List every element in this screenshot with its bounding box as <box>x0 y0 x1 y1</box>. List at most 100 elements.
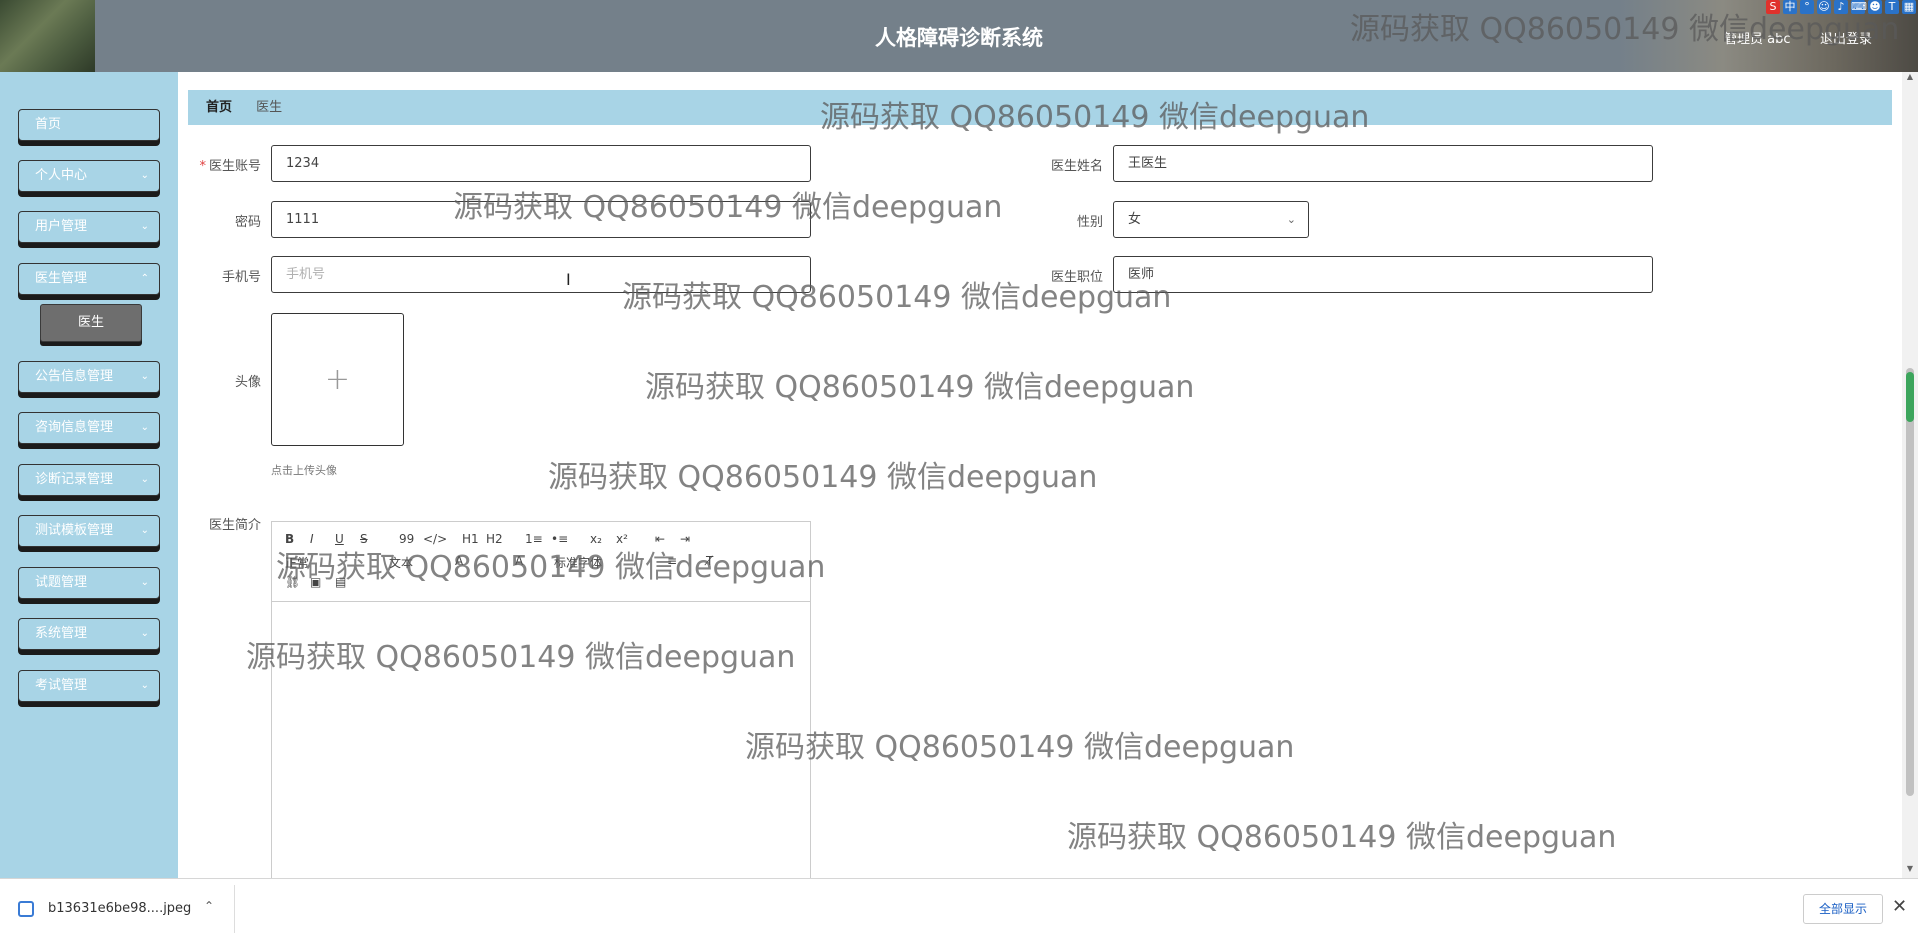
italic-icon[interactable]: I <box>310 532 314 546</box>
avatar-upload-hint: 点击上传头像 <box>271 464 337 477</box>
logout-button[interactable]: 退出登录 <box>1820 28 1872 47</box>
ime-grid-icon[interactable]: ▦ <box>1902 0 1916 14</box>
sidebar-item-label: 系统管理 <box>35 626 88 641</box>
account-label: * 医生账号 <box>161 155 261 174</box>
ime-user-icon[interactable]: ☻ <box>1868 0 1882 14</box>
ordered-list-icon[interactable]: 1≡ <box>525 532 543 546</box>
sidebar-item-label: 试题管理 <box>35 575 88 590</box>
image-file-icon <box>18 901 34 917</box>
ime-mic-icon[interactable]: ♪ <box>1834 0 1848 14</box>
sidebar-item-personal-center[interactable]: 个人中心 ⌄ <box>18 160 160 192</box>
outdent-icon[interactable]: ⇤ <box>655 532 665 546</box>
strikethrough-icon[interactable]: S <box>360 532 368 546</box>
subscript-icon[interactable]: x₂ <box>590 532 602 546</box>
font-family-select[interactable]: 标准字体 <box>554 554 602 571</box>
scroll-up-icon[interactable]: ▲ <box>1902 72 1918 86</box>
admin-user-label: 管理员 abc <box>1724 32 1791 47</box>
editor-toolbar: B I U S 99 </> H1 H2 1≡ •≡ x₂ x² ⇤ ⇥ 正常 … <box>272 522 810 602</box>
sidebar-item-label: 测试模板管理 <box>35 523 114 538</box>
sidebar-item-label: 医生管理 <box>35 271 88 286</box>
phone-label: 手机号 <box>221 270 261 285</box>
heading2-icon[interactable]: H2 <box>486 532 503 546</box>
bullet-list-icon[interactable]: •≡ <box>551 532 568 546</box>
sidebar-item-label: 公告信息管理 <box>35 369 114 384</box>
sidebar-item-label: 个人中心 <box>35 168 88 183</box>
background-color-icon[interactable]: A <box>515 554 523 568</box>
intro-label: 医生简介 <box>208 518 261 533</box>
avatar-upload-button[interactable]: + <box>271 313 404 446</box>
ime-shirt-icon[interactable]: T <box>1885 0 1899 14</box>
chevron-down-icon: ⌄ <box>140 680 149 691</box>
ime-emoji-icon[interactable]: ☺ <box>1817 0 1831 14</box>
sidebar-item-test-template-management[interactable]: 测试模板管理 ⌄ <box>18 515 160 547</box>
submenu-item-doctor[interactable]: 医生 <box>40 304 142 342</box>
text-cursor-icon: I <box>566 270 571 289</box>
divider <box>234 885 235 933</box>
gender-select[interactable]: 女 ⌄ <box>1113 201 1309 238</box>
show-all-button[interactable]: 全部显示 <box>1803 894 1883 924</box>
blockquote-icon[interactable]: 99 <box>399 532 414 546</box>
required-mark: * <box>199 159 206 174</box>
gender-label: 性别 <box>1076 215 1103 230</box>
sidebar-item-announcement-management[interactable]: 公告信息管理 ⌄ <box>18 361 160 393</box>
avatar-label: 头像 <box>234 375 261 390</box>
watermark-text: 源码获取 QQ86050149 微信deepguan <box>645 370 1195 405</box>
sidebar-item-system-management[interactable]: 系统管理 ⌄ <box>18 618 160 650</box>
ime-s-icon[interactable]: S <box>1766 0 1780 14</box>
account-input[interactable]: 1234 <box>271 145 811 182</box>
chevron-down-icon: ⌄ <box>140 525 149 536</box>
chevron-up-icon[interactable]: ⌃ <box>204 899 214 913</box>
chevron-down-icon: ⌄ <box>140 221 149 232</box>
sidebar-item-exam-management[interactable]: 考试管理 ⌄ <box>18 670 160 702</box>
name-label: 医生姓名 <box>1050 159 1103 174</box>
sidebar-item-label: 用户管理 <box>35 219 88 234</box>
gender-select-value: 女 <box>1128 212 1142 227</box>
close-icon[interactable]: ✕ <box>1892 896 1907 917</box>
align-icon[interactable]: ≡ <box>667 554 677 568</box>
breadcrumb-home[interactable]: 首页 <box>206 100 232 115</box>
superscript-icon[interactable]: x² <box>616 532 628 546</box>
video-icon[interactable]: ▤ <box>335 575 346 589</box>
text-style-select[interactable]: 文本 <box>389 554 413 571</box>
sidebar-item-label: 咨询信息管理 <box>35 420 114 435</box>
sidebar-item-label: 诊断记录管理 <box>35 472 114 487</box>
top-header: 人格障碍诊断系统 管理员 abc 退出登录 S 中 ° ☺ ♪ ⌨ ☻ T ▦ <box>0 0 1918 72</box>
font-color-icon[interactable]: A <box>455 554 463 568</box>
editor-content-area[interactable] <box>272 603 810 880</box>
sidebar-item-question-management[interactable]: 试题管理 ⌄ <box>18 567 160 599</box>
password-label: 密码 <box>234 215 261 230</box>
sidebar-item-home[interactable]: 首页 <box>18 109 160 141</box>
heading1-icon[interactable]: H1 <box>462 532 479 546</box>
scroll-thumb[interactable] <box>1906 368 1914 796</box>
download-bar: b13631e6be98....jpeg ⌃ 全部显示 ✕ <box>0 878 1918 938</box>
paragraph-size-select[interactable]: 正常 <box>285 554 309 571</box>
ime-zh-icon[interactable]: 中 <box>1783 0 1797 14</box>
chevron-up-icon: ⌃ <box>140 273 149 284</box>
chevron-down-icon: ⌄ <box>140 628 149 639</box>
ime-punct-icon[interactable]: ° <box>1800 0 1814 14</box>
underline-icon[interactable]: U <box>335 532 344 546</box>
clear-format-icon[interactable]: T̸ <box>706 554 713 568</box>
link-icon[interactable]: ⛓ <box>285 575 300 589</box>
ime-keyboard-icon[interactable]: ⌨ <box>1851 0 1867 14</box>
code-block-icon[interactable]: </> <box>423 532 447 546</box>
bold-icon[interactable]: B <box>285 532 294 546</box>
image-icon[interactable]: ▣ <box>310 575 321 589</box>
position-input[interactable]: 医师 <box>1113 256 1653 293</box>
sidebar-item-diagnosis-management[interactable]: 诊断记录管理 ⌄ <box>18 464 160 496</box>
indent-icon[interactable]: ⇥ <box>680 532 690 546</box>
watermark-text: 源码获取 QQ86050149 微信deepguan <box>548 460 1098 495</box>
sidebar-item-user-management[interactable]: 用户管理 ⌄ <box>18 211 160 243</box>
download-file-name[interactable]: b13631e6be98....jpeg <box>48 901 191 916</box>
breadcrumb-current: 医生 <box>256 100 283 115</box>
phone-input[interactable]: 手机号 <box>271 256 811 293</box>
sidebar: 首页 个人中心 ⌄ 用户管理 ⌄ 医生管理 ⌃ 医生 公告信息管理 ⌄ 咨询信息… <box>0 72 178 878</box>
sidebar-item-consultation-management[interactable]: 咨询信息管理 ⌄ <box>18 412 160 444</box>
chevron-down-icon: ⌄ <box>140 422 149 433</box>
password-input[interactable]: 1111 <box>271 201 811 238</box>
sidebar-item-label: 首页 <box>35 117 62 132</box>
name-input[interactable]: 王医生 <box>1113 145 1653 182</box>
sidebar-item-doctor-management[interactable]: 医生管理 ⌃ <box>18 263 160 295</box>
scroll-down-icon[interactable]: ▼ <box>1902 864 1918 878</box>
page-scrollbar[interactable]: ▲ ▼ <box>1902 72 1918 878</box>
